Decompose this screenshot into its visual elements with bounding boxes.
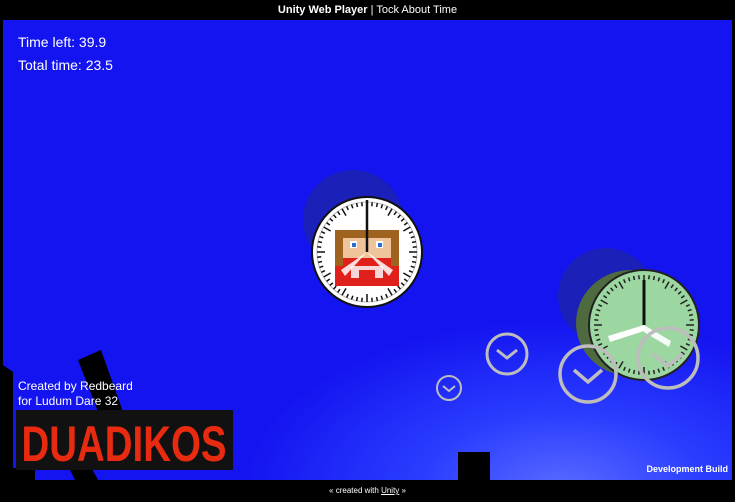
- small-clock-2: [437, 376, 461, 400]
- unity-link[interactable]: Unity: [381, 486, 399, 495]
- clock-tick: [595, 315, 599, 316]
- clock-tick: [377, 297, 378, 301]
- footer-suffix: »: [399, 486, 406, 495]
- clock-tick: [318, 262, 322, 263]
- clock-tick: [595, 335, 599, 336]
- clock-tick: [357, 297, 358, 301]
- clock-tick: [654, 276, 655, 280]
- clock-tick: [654, 370, 655, 374]
- clock-tick: [634, 370, 635, 374]
- app-name: Unity Web Player: [278, 4, 368, 16]
- footer-prefix: « created with: [329, 486, 381, 495]
- clock-tick: [689, 315, 693, 316]
- clock-tick: [357, 203, 358, 207]
- clock-tick: [634, 276, 635, 280]
- total-time-label: Total time: 23.5: [18, 57, 113, 73]
- logo-text: DUADIKOS: [22, 416, 227, 470]
- title-bar: Unity Web Player | Tock About Time: [0, 0, 735, 20]
- game-canvas[interactable]: Time left: 39.9 Total time: 23.5 Created…: [3, 20, 732, 480]
- credit-author: Created by Redbeard: [18, 379, 133, 393]
- clock-tick: [318, 242, 322, 243]
- credit-event: for Ludum Dare 32: [18, 394, 118, 408]
- page-title: Tock About Time: [376, 4, 457, 16]
- clock-tick: [412, 262, 416, 263]
- small-clock-1: [487, 334, 527, 374]
- footer: « created with Unity »: [0, 480, 735, 500]
- clock-tick: [377, 203, 378, 207]
- duadikos-logo: DUADIKOS: [16, 410, 233, 470]
- player-clock: [303, 170, 422, 307]
- time-left-label: Time left: 39.9: [18, 34, 106, 50]
- development-build-label: Development Build: [646, 464, 728, 474]
- clock-tick: [412, 242, 416, 243]
